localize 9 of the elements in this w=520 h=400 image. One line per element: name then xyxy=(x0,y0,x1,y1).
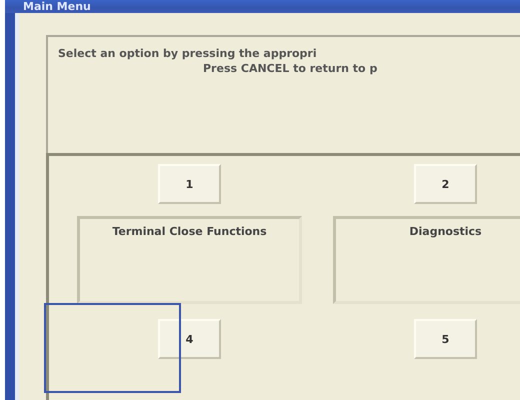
option-button[interactable]: 5 xyxy=(414,319,477,359)
option-label: Terminal Close Functions xyxy=(77,216,302,304)
option-button[interactable]: 1 xyxy=(158,164,221,204)
option-label: Diagnostics xyxy=(333,216,520,304)
instruction-text: Press CANCEL to return to p xyxy=(202,62,378,75)
option-button[interactable]: 2 xyxy=(414,164,477,204)
option-button[interactable]: 4 xyxy=(158,319,221,359)
window-title: Main Menu xyxy=(23,0,91,13)
instruction-text: Select an option by pressing the appropri xyxy=(58,47,318,60)
